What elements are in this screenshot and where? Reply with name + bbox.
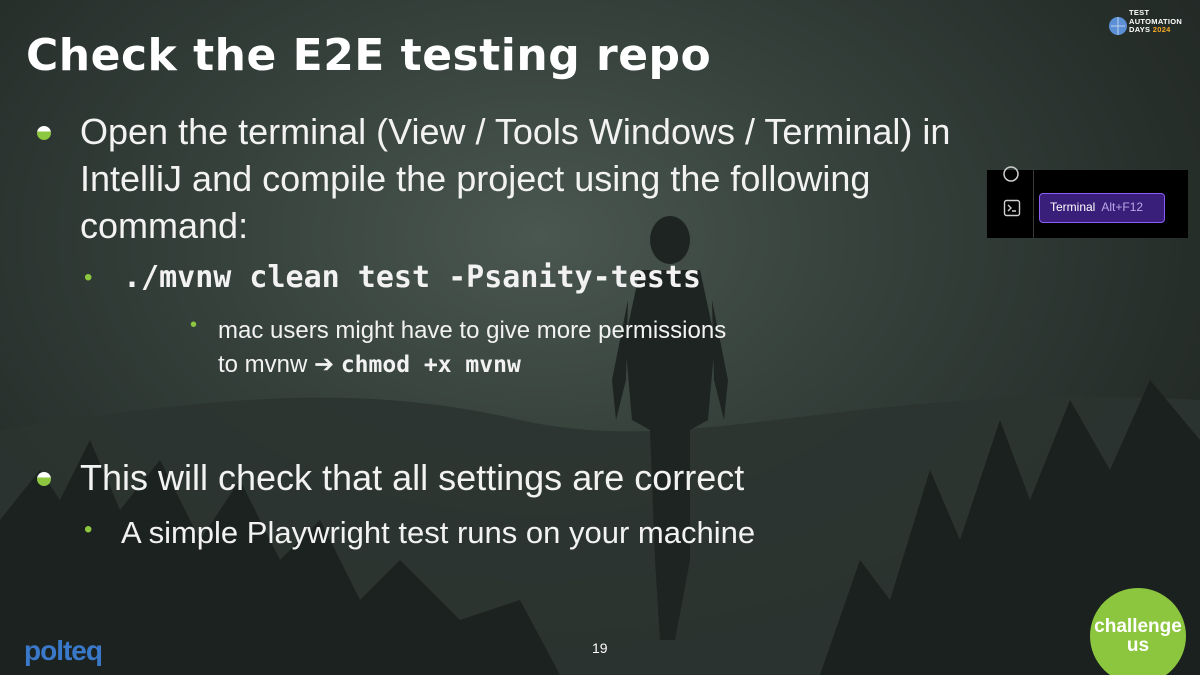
commit-icon xyxy=(1003,166,1019,182)
terminal-button[interactable]: Terminal Alt+F12 xyxy=(1039,193,1165,223)
badge-line-1: challenge xyxy=(1094,616,1182,637)
conference-year: 2024 xyxy=(1152,25,1171,34)
slide-title: Check the E2E testing repo xyxy=(26,30,712,81)
sub-sub-bullet-marker: • xyxy=(190,314,198,336)
page-number: 19 xyxy=(592,640,608,656)
mac-note-prefix: to mvnw xyxy=(218,351,308,378)
challenge-us-badge: challenge us xyxy=(1090,588,1186,675)
bullet-marker-1 xyxy=(37,126,51,140)
mac-note-line-1: mac users might have to give more permis… xyxy=(218,317,727,344)
bullet-2-sub: A simple Playwright test runs on your ma… xyxy=(121,515,756,550)
company-logo: polteq xyxy=(24,635,103,666)
terminal-shortcut: Alt+F12 xyxy=(1101,200,1144,214)
bullet-marker-2 xyxy=(37,472,51,486)
badge-line-2: us xyxy=(1126,635,1150,656)
bullet-2: This will check that all settings are co… xyxy=(80,457,745,498)
ide-divider xyxy=(1033,170,1034,238)
chmod-command: chmod +x mvnw xyxy=(340,352,521,378)
ide-screenshot: Terminal Alt+F12 xyxy=(987,166,1188,238)
conference-line-3: DAYS xyxy=(1129,25,1151,34)
bullet-1-line-1: Open the terminal (View / Tools Windows … xyxy=(80,111,951,152)
arrow-icon: ➔ xyxy=(314,351,335,378)
globe-icon xyxy=(1109,17,1127,35)
bullet-1-line-3: command: xyxy=(80,205,249,246)
terminal-icon xyxy=(1003,199,1021,217)
bullet-1: Open the terminal (View / Tools Windows … xyxy=(80,108,950,249)
sub-bullet-marker-2: • xyxy=(84,516,93,543)
mac-note: mac users might have to give more permis… xyxy=(218,314,726,382)
bullet-1-line-2: IntelliJ and compile the project using t… xyxy=(80,158,871,199)
terminal-button-label: Terminal xyxy=(1050,200,1096,214)
command-text: ./mvnw clean test -Psanity-tests xyxy=(123,260,701,295)
sub-bullet-marker-1: • xyxy=(84,264,93,291)
conference-logo: TEST AUTOMATION DAYS 2024 xyxy=(1108,6,1194,40)
